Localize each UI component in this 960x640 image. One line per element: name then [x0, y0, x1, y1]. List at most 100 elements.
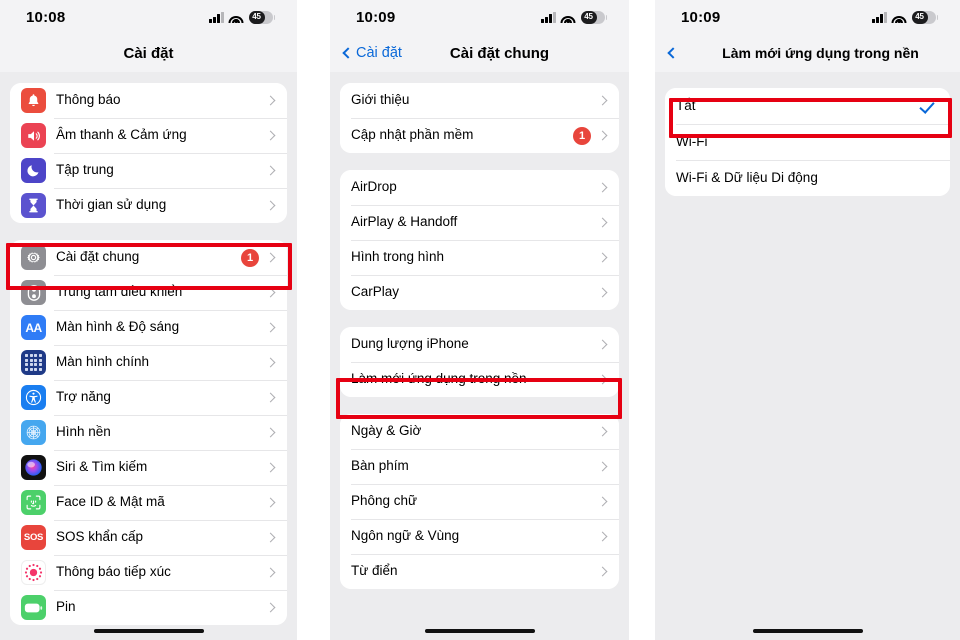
settings-list[interactable]: Thông báo Âm thanh & Cảm ứng Tập trung T…	[0, 72, 297, 640]
battery-level: 45	[252, 12, 261, 21]
list-item-keyboard[interactable]: Bàn phím	[340, 449, 619, 484]
general-group-4: Ngày & Giờ Bàn phím Phông chữ Ngôn ngữ &…	[340, 414, 619, 589]
list-item-software-update[interactable]: Cập nhật phần mềm 1	[340, 118, 619, 153]
sidebar-item-control-center[interactable]: Trung tâm điều khiển	[10, 275, 287, 310]
option-wifi-cellular[interactable]: Wi-Fi & Dữ liệu Di động	[665, 160, 950, 196]
sidebar-item-home-screen[interactable]: Màn hình chính	[10, 345, 287, 380]
chevron-right-icon	[597, 182, 608, 193]
option-label: Wi-Fi	[676, 133, 708, 149]
refresh-options-list[interactable]: Tắt Wi-Fi Wi-Fi & Dữ liệu Di động	[655, 72, 960, 640]
page-title: Làm mới ứng dụng trong nền	[722, 45, 919, 61]
list-item-label: AirPlay & Handoff	[351, 214, 458, 230]
sidebar-item-battery[interactable]: Pin	[10, 590, 287, 625]
list-item-airplay-handoff[interactable]: AirPlay & Handoff	[340, 205, 619, 240]
chevron-right-icon	[597, 496, 608, 507]
list-item-dictionary[interactable]: Từ điển	[340, 554, 619, 589]
chevron-right-icon	[597, 339, 608, 350]
chevron-left-icon	[342, 47, 354, 59]
sidebar-item-label: Trợ năng	[56, 389, 111, 405]
refresh-options-group: Tắt Wi-Fi Wi-Fi & Dữ liệu Di động	[665, 88, 950, 196]
general-settings-list[interactable]: Giới thiệu Cập nhật phần mềm 1 AirDrop A…	[330, 72, 629, 640]
home-screen-icon	[21, 350, 46, 375]
sidebar-item-emergency-sos[interactable]: SOS SOS khẩn cấp	[10, 520, 287, 555]
list-item-iphone-storage[interactable]: Dung lượng iPhone	[340, 327, 619, 362]
sidebar-item-label: Tập trung	[56, 162, 114, 178]
list-item-label: Bàn phím	[351, 458, 409, 474]
bell-icon	[21, 88, 46, 113]
sidebar-item-siri-search[interactable]: Siri & Tìm kiếm	[10, 450, 287, 485]
chevron-right-icon	[265, 200, 276, 211]
panel-divider	[629, 0, 655, 640]
sidebar-item-label: Thông báo tiếp xúc	[56, 564, 171, 580]
sidebar-item-label: Trung tâm điều khiển	[56, 284, 183, 300]
option-wifi[interactable]: Wi-Fi	[665, 124, 950, 160]
status-indicators: 45	[541, 10, 607, 24]
list-item-picture-in-picture[interactable]: Hình trong hình	[340, 240, 619, 275]
list-item-label: Dung lượng iPhone	[351, 336, 469, 352]
sidebar-item-general[interactable]: Cài đặt chung 1	[10, 240, 287, 275]
chevron-right-icon	[597, 566, 608, 577]
sidebar-item-notifications[interactable]: Thông báo	[10, 83, 287, 118]
sidebar-item-label: Cài đặt chung	[56, 249, 140, 265]
exposure-notification-icon	[21, 560, 46, 585]
list-item-carplay[interactable]: CarPlay	[340, 275, 619, 310]
phone-panel-general: 10:09 45 Cài đặt Cài đặt chung Giới thiệ…	[330, 0, 629, 640]
list-item-label: Phông chữ	[351, 493, 418, 509]
cellular-signal-icon	[209, 11, 224, 23]
status-time: 10:09	[356, 8, 396, 26]
chevron-right-icon	[597, 461, 608, 472]
page-title: Cài đặt	[123, 44, 174, 62]
status-indicators: 45	[209, 10, 275, 24]
moon-icon	[21, 158, 46, 183]
panel-divider	[297, 0, 330, 640]
chevron-right-icon	[265, 567, 276, 578]
list-item-date-time[interactable]: Ngày & Giờ	[340, 414, 619, 449]
option-off[interactable]: Tắt	[665, 88, 950, 124]
sidebar-item-screen-time[interactable]: Thời gian sử dụng	[10, 188, 287, 223]
cellular-signal-icon	[872, 11, 887, 23]
settings-group-1: Thông báo Âm thanh & Cảm ứng Tập trung T…	[10, 83, 287, 223]
phone-panel-background-app-refresh: 10:09 45 Làm mới ứng dụng trong nền Tắt	[655, 0, 960, 640]
list-item-label: Ngày & Giờ	[351, 423, 422, 439]
sidebar-item-exposure-notifications[interactable]: Thông báo tiếp xúc	[10, 555, 287, 590]
back-button-label: Cài đặt	[356, 45, 402, 61]
list-item-airdrop[interactable]: AirDrop	[340, 170, 619, 205]
battery-level: 45	[584, 12, 593, 21]
siri-icon	[21, 455, 46, 480]
chevron-right-icon	[265, 95, 276, 106]
chevron-right-icon	[265, 322, 276, 333]
sidebar-item-sounds-haptics[interactable]: Âm thanh & Cảm ứng	[10, 118, 287, 153]
list-item-language-region[interactable]: Ngôn ngữ & Vùng	[340, 519, 619, 554]
list-item-fonts[interactable]: Phông chữ	[340, 484, 619, 519]
general-group-1: Giới thiệu Cập nhật phần mềm 1	[340, 83, 619, 153]
chevron-right-icon	[265, 427, 276, 438]
sidebar-item-label: Siri & Tìm kiếm	[56, 459, 148, 475]
wifi-icon	[560, 12, 576, 23]
cellular-signal-icon	[541, 11, 556, 23]
list-item-label: Ngôn ngữ & Vùng	[351, 528, 460, 544]
sidebar-item-label: Âm thanh & Cảm ứng	[56, 127, 187, 143]
home-indicator	[424, 628, 535, 633]
chevron-right-icon	[597, 130, 608, 141]
settings-group-2: Cài đặt chung 1 Trung tâm điều khiển AA …	[10, 240, 287, 625]
sidebar-item-label: Face ID & Mật mã	[56, 494, 165, 510]
status-time: 10:09	[681, 8, 721, 26]
list-item-about[interactable]: Giới thiệu	[340, 83, 619, 118]
sidebar-item-label: Pin	[56, 599, 76, 615]
back-button[interactable]: Cài đặt	[342, 45, 402, 61]
back-button[interactable]	[667, 47, 681, 59]
sidebar-item-accessibility[interactable]: Trợ năng	[10, 380, 287, 415]
battery-icon: 45	[911, 10, 938, 24]
sidebar-item-face-id-passcode[interactable]: Face ID & Mật mã	[10, 485, 287, 520]
status-indicators: 45	[872, 10, 938, 24]
wallpaper-icon	[21, 420, 46, 445]
status-bar: 10:09 45	[655, 0, 960, 34]
status-badge: 1	[573, 126, 591, 145]
sidebar-item-display-brightness[interactable]: AA Màn hình & Độ sáng	[10, 310, 287, 345]
sidebar-item-wallpaper[interactable]: Hình nền	[10, 415, 287, 450]
list-item-background-app-refresh[interactable]: Làm mới ứng dụng trong nền	[340, 362, 619, 397]
sidebar-item-focus[interactable]: Tập trung	[10, 153, 287, 188]
chevron-right-icon	[597, 374, 608, 385]
chevron-right-icon	[265, 287, 276, 298]
checkmark-icon	[923, 97, 935, 115]
